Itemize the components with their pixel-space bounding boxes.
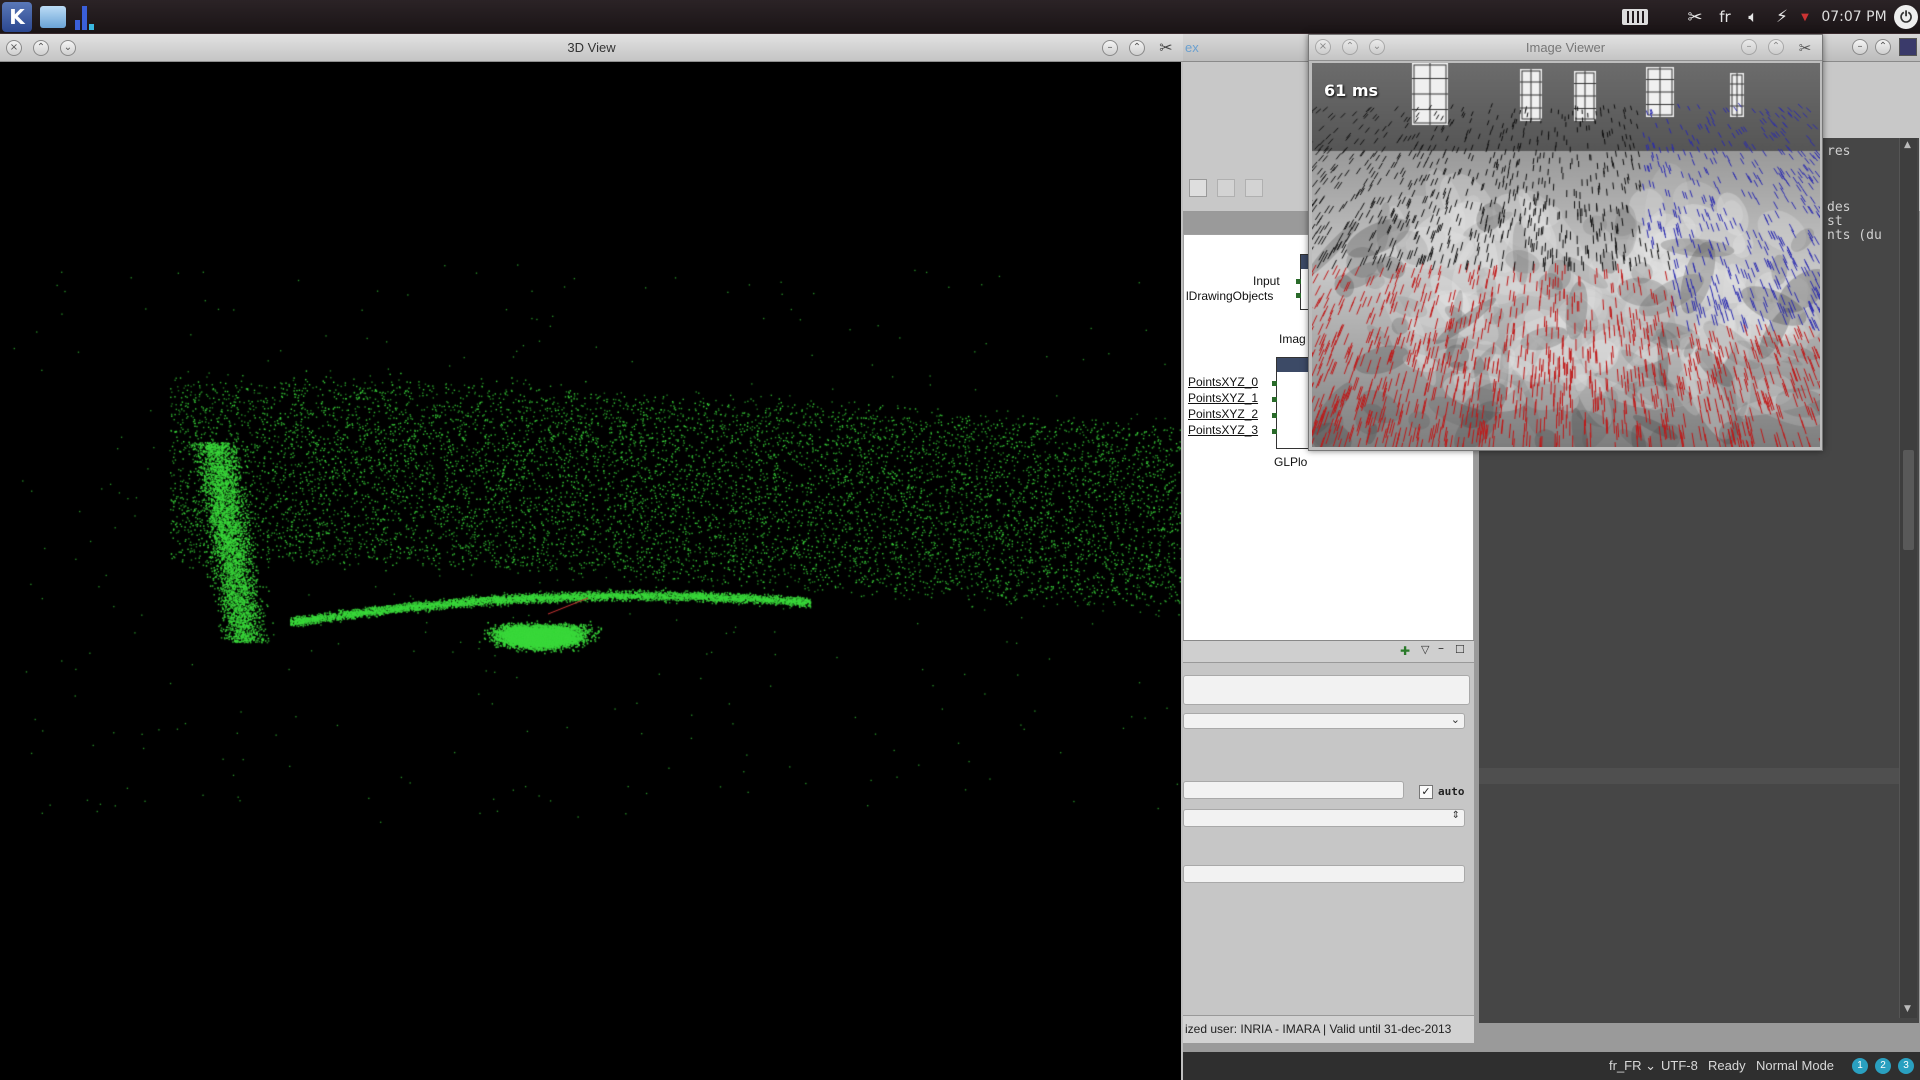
node-glplot-label: GLPlo (1274, 455, 1308, 469)
image-viewer-titlebar[interactable]: × ⌃ ⌄ Image Viewer – ⌃ ✂ (1309, 35, 1822, 61)
bar (88, 24, 94, 30)
battery-shape (1622, 9, 1648, 25)
encoding-label: UTF-8 (1661, 1058, 1698, 1073)
battery-icon[interactable] (1620, 0, 1650, 34)
copy-icon[interactable] (1217, 179, 1235, 197)
scroll-down-icon[interactable]: ▼ (1904, 1004, 1911, 1014)
port-label[interactable]: PointsXYZ_0 (1188, 375, 1258, 389)
folder-shape (40, 6, 66, 28)
property-value-field[interactable] (1183, 781, 1404, 799)
scrollbar-thumb[interactable] (1903, 450, 1914, 550)
console-line: nts (du (1827, 228, 1882, 243)
checkmark-icon: ✓ (1421, 785, 1431, 798)
node-image-label: Imag (1279, 332, 1306, 346)
point-cloud-viewport[interactable] (0, 62, 1181, 1080)
badge-1[interactable]: 1 (1852, 1058, 1868, 1074)
port-pin[interactable] (1272, 397, 1277, 402)
select-tool-icon[interactable] (1189, 179, 1207, 197)
properties-header: ✚ ▽ – ☐ (1183, 641, 1474, 663)
port-label[interactable]: PointsXYZ_2 (1188, 407, 1258, 421)
port-label[interactable]: Input (1253, 274, 1280, 288)
auto-label: auto (1438, 785, 1465, 798)
bar (81, 6, 87, 30)
3d-view-titlebar[interactable]: × ⌃ ⌄ 3D View – ⌃ ✂ (0, 34, 1183, 62)
pin-icon[interactable]: ✚ (1400, 644, 1410, 658)
badge-3[interactable]: 3 (1898, 1058, 1914, 1074)
power-icon: ⏻ (1894, 5, 1918, 29)
minimize-panel-icon[interactable]: – (1438, 641, 1444, 655)
3d-view-window: × ⌃ ⌄ 3D View – ⌃ ✂ (0, 34, 1183, 1080)
port-pin[interactable] (1272, 429, 1277, 434)
license-bar: ized user: INRIA - IMARA | Valid until 3… (1183, 1015, 1474, 1043)
console-line: st (1827, 214, 1843, 229)
port-pin[interactable] (1296, 279, 1301, 284)
badge-2[interactable]: 2 (1875, 1058, 1891, 1074)
clock[interactable]: 07:07 PM (1816, 0, 1892, 34)
property-extra-field[interactable] (1183, 865, 1465, 883)
maximize-icon[interactable]: ⌃ (1129, 40, 1145, 56)
port-pin[interactable] (1296, 293, 1301, 298)
kde-menu-icon[interactable]: K (2, 2, 32, 32)
port-pin[interactable] (1272, 413, 1277, 418)
window-title: 3D View (567, 40, 616, 55)
clock-text: 07:07 PM (1821, 9, 1887, 25)
minimize-icon[interactable]: – (1102, 40, 1118, 56)
minimize-icon[interactable]: – (1852, 39, 1868, 55)
maximize-icon[interactable]: ⌃ (1768, 39, 1784, 55)
console-scrollbar[interactable]: ▲ ▼ (1899, 138, 1917, 1018)
activity-bars-icon[interactable] (72, 2, 96, 32)
power-button[interactable]: ⏻ (1892, 0, 1920, 34)
bar (74, 20, 80, 30)
port-label[interactable]: PointsXYZ_3 (1188, 423, 1258, 437)
taskbar: K ✂ fr 🔈︎ ⚡︎ ▼ 07:07 PM ⏻ (0, 0, 1920, 34)
property-name-field[interactable] (1183, 675, 1470, 705)
console-line: des (1827, 200, 1851, 215)
port-label[interactable]: PointsXYZ_1 (1188, 391, 1258, 405)
console-current-line (1479, 768, 1899, 784)
network-icon[interactable]: ⚡︎ (1768, 0, 1796, 34)
port-label[interactable]: lDrawingObjects (1186, 289, 1273, 303)
console-line: res (1827, 144, 1851, 159)
kde-menu-glyph: K (9, 5, 25, 29)
image-viewer-window: × ⌃ ⌄ Image Viewer – ⌃ ✂ 61 ms (1308, 34, 1823, 451)
camera-image[interactable]: 61 ms (1312, 63, 1820, 447)
paste-icon[interactable] (1245, 179, 1263, 197)
dropdown-arrow-icon[interactable]: ▽ (1421, 643, 1429, 656)
optical-flow-overlay (1312, 63, 1820, 447)
scroll-up-icon[interactable]: ▲ (1904, 140, 1911, 150)
background-app-title: ex (1185, 40, 1199, 55)
spin-arrows-icon[interactable]: ⇕ (1452, 810, 1460, 821)
app-icon (1899, 38, 1917, 56)
locale-selector[interactable]: fr_FR ⌄ (1609, 1058, 1656, 1074)
tools-icon[interactable]: ✂ (1682, 0, 1708, 34)
chevron-down-icon: ⌄ (1450, 713, 1460, 726)
maximize-icon[interactable]: ⌃ (1875, 39, 1891, 55)
port-pin[interactable] (1272, 381, 1277, 386)
auto-checkbox[interactable]: ✓ (1419, 785, 1433, 799)
status-bar: fr_FR ⌄ UTF-8 Ready Normal Mode 1 2 3 (1183, 1052, 1920, 1080)
property-spin-field[interactable]: ⇕ (1183, 809, 1465, 827)
tools-icon[interactable]: ✂ (1795, 38, 1815, 58)
tray-expand-arrow-icon[interactable]: ▼ (1798, 0, 1812, 34)
status-label: Ready (1708, 1058, 1746, 1073)
file-manager-icon[interactable] (38, 2, 68, 32)
frame-time-label: 61 ms (1324, 81, 1379, 100)
float-panel-icon[interactable]: ☐ (1455, 643, 1465, 656)
property-type-select[interactable]: ⌄ (1183, 713, 1465, 729)
tools-icon[interactable]: ✂ (1156, 38, 1176, 58)
minimize-icon[interactable]: – (1741, 39, 1757, 55)
keyboard-layout-indicator[interactable]: fr (1714, 0, 1736, 34)
keyboard-layout-label: fr (1719, 8, 1731, 26)
volume-icon[interactable]: 🔈︎ (1740, 0, 1766, 34)
mode-label: Normal Mode (1756, 1058, 1835, 1073)
license-text: ized user: INRIA - IMARA | Valid until 3… (1185, 1022, 1452, 1036)
properties-panel: ✚ ▽ – ☐ ⌄ ✓ auto ⇕ (1183, 640, 1474, 1025)
